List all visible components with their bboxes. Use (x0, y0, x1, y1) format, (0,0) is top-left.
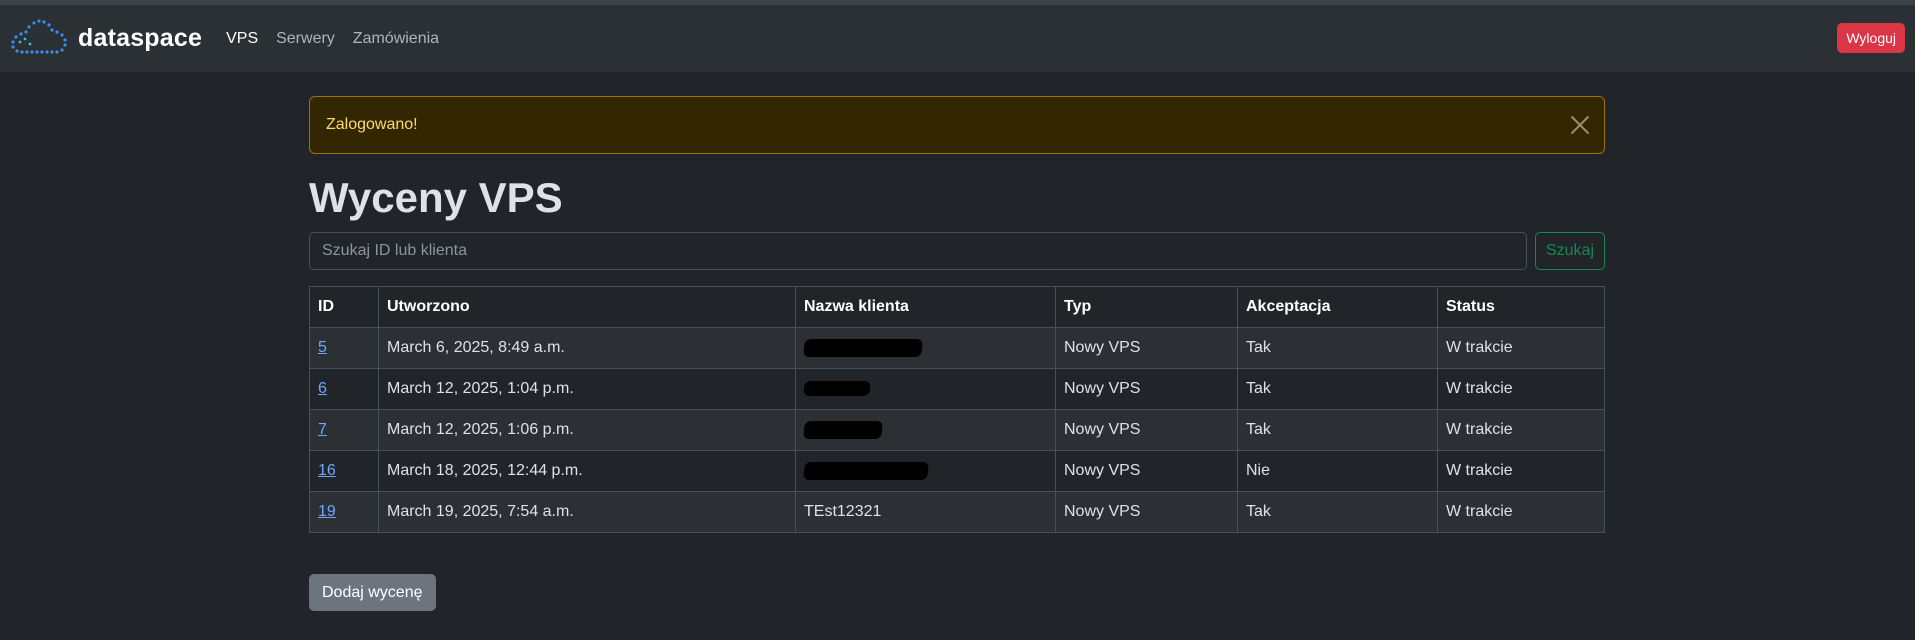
acceptance-cell: Tak (1237, 327, 1438, 369)
main-content: Zalogowano! Wyceny VPS Szukaj ID Utworzo… (309, 96, 1605, 611)
client-cell (795, 409, 1056, 451)
quote-id-link[interactable]: 6 (318, 380, 327, 397)
column-header-created: Utworzono (378, 286, 796, 328)
type-cell: Nowy VPS (1055, 327, 1238, 369)
created-cell: March 12, 2025, 1:04 p.m. (378, 368, 796, 410)
quotes-table: ID Utworzono Nazwa klienta Typ Akceptacj… (309, 286, 1605, 533)
nav-link-serwery[interactable]: Serwery (276, 30, 335, 48)
search-form: Szukaj (309, 232, 1605, 270)
type-cell: Nowy VPS (1055, 491, 1238, 533)
client-cell (795, 327, 1056, 369)
logout-button[interactable]: Wyloguj (1837, 23, 1905, 53)
column-header-id: ID (309, 286, 379, 328)
cloud-dots-icon (10, 17, 68, 60)
status-cell: W trakcie (1437, 368, 1605, 410)
acceptance-cell: Tak (1237, 409, 1438, 451)
acceptance-cell: Nie (1237, 450, 1438, 492)
created-cell: March 12, 2025, 1:06 p.m. (378, 409, 796, 451)
column-header-client: Nazwa klienta (795, 286, 1056, 328)
status-cell: W trakcie (1437, 327, 1605, 369)
add-quote-button[interactable]: Dodaj wycenę (309, 574, 436, 611)
page-title: Wyceny VPS (309, 174, 563, 221)
table-row: 16 March 18, 2025, 12:44 p.m. Nowy VPS N… (309, 450, 1605, 492)
column-header-status: Status (1437, 286, 1605, 328)
quote-id-link[interactable]: 7 (318, 421, 327, 438)
quote-id-link[interactable]: 19 (318, 503, 336, 520)
table-row: 5 March 6, 2025, 8:49 a.m. Nowy VPS Tak … (309, 327, 1605, 369)
status-cell: W trakcie (1437, 409, 1605, 451)
created-cell: March 6, 2025, 8:49 a.m. (378, 327, 796, 369)
brand[interactable]: dataspace (10, 17, 202, 60)
client-cell: TEst12321 (795, 491, 1056, 533)
close-icon[interactable] (1570, 115, 1590, 135)
acceptance-cell: Tak (1237, 491, 1438, 533)
type-cell: Nowy VPS (1055, 409, 1238, 451)
column-header-type: Typ (1055, 286, 1238, 328)
quote-id-link[interactable]: 16 (318, 462, 336, 479)
alert-message: Zalogowano! (326, 116, 418, 133)
redacted-client-name (803, 381, 871, 397)
table-row: 6 March 12, 2025, 1:04 p.m. Nowy VPS Tak… (309, 368, 1605, 410)
redacted-client-name (803, 420, 883, 439)
redacted-client-name (803, 461, 929, 480)
brand-name: dataspace (78, 24, 203, 52)
client-cell (795, 450, 1056, 492)
created-cell: March 19, 2025, 7:54 a.m. (378, 491, 796, 533)
table-header-row: ID Utworzono Nazwa klienta Typ Akceptacj… (309, 286, 1605, 328)
created-cell: March 18, 2025, 12:44 p.m. (378, 450, 796, 492)
nav-link-vps[interactable]: VPS (226, 30, 258, 48)
search-input[interactable] (309, 232, 1527, 270)
nav-link-zamowienia[interactable]: Zamówienia (353, 30, 439, 48)
login-alert: Zalogowano! (309, 96, 1605, 154)
search-button[interactable]: Szukaj (1535, 232, 1605, 270)
status-cell: W trakcie (1437, 450, 1605, 492)
navbar: dataspace VPS Serwery Zamówienia Wyloguj (0, 5, 1915, 72)
table-row: 7 March 12, 2025, 1:06 p.m. Nowy VPS Tak… (309, 409, 1605, 451)
redacted-client-name (803, 338, 923, 357)
client-cell (795, 368, 1056, 410)
status-cell: W trakcie (1437, 491, 1605, 533)
table-row: 19 March 19, 2025, 7:54 a.m. TEst12321 N… (309, 491, 1605, 533)
type-cell: Nowy VPS (1055, 450, 1238, 492)
column-header-acceptance: Akceptacja (1237, 286, 1438, 328)
type-cell: Nowy VPS (1055, 368, 1238, 410)
acceptance-cell: Tak (1237, 368, 1438, 410)
quote-id-link[interactable]: 5 (318, 339, 327, 356)
